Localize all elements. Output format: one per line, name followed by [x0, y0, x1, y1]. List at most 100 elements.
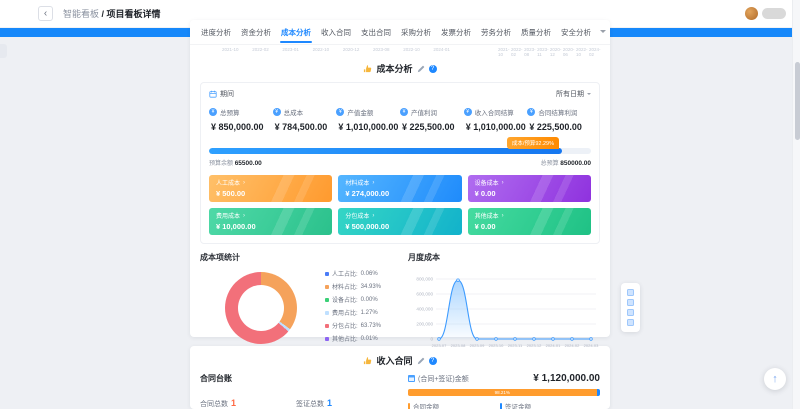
collapsed-sidebar-handle[interactable]: [0, 44, 7, 58]
breadcrumb-current: / 项目看板详情: [102, 9, 161, 19]
svg-text:800,000: 800,000: [416, 277, 433, 282]
coin-icon: ¥: [527, 108, 535, 116]
budget-progress: 成本/预算92.29% 预算余额 65500.00 总预算 850000.00: [209, 148, 591, 167]
tab-procurement[interactable]: 采购分析: [400, 21, 432, 44]
svg-text:400,000: 400,000: [416, 307, 433, 312]
amount-label: (合同+签证)金额: [418, 374, 469, 384]
tab-safety[interactable]: 安全分析: [560, 21, 592, 44]
cost-section-title: 成本分析: [376, 62, 412, 75]
cost-card-expense[interactable]: 费用成本› ¥ 10,000.00: [209, 208, 332, 235]
tab-cost[interactable]: 成本分析: [280, 21, 312, 44]
period-label: 期间: [220, 89, 234, 99]
avatar[interactable]: [745, 7, 758, 20]
contract-amount-block: (合同+签证)金额 ¥ 1,120,000.00 98.21% 合同金额 ¥ 1…: [408, 373, 600, 409]
help-icon[interactable]: ?: [429, 65, 437, 73]
floating-quick-nav[interactable]: [621, 283, 640, 332]
donut-chart-title: 成本项统计: [200, 252, 400, 263]
page-scrollbar: [792, 0, 800, 409]
monthly-cost-block: 月度成本 800,000 600,000 400,000: [400, 252, 600, 362]
legend-item: 材料占比:34.93%: [325, 282, 381, 291]
tab-quality[interactable]: 质量分析: [520, 21, 552, 44]
user-pill[interactable]: [762, 8, 786, 19]
chevron-right-icon: ›: [372, 213, 374, 219]
background-axis-dates-left: 2021-102022-022023-012022-102020-122023-…: [222, 47, 450, 54]
quick-nav-icon[interactable]: [627, 309, 634, 316]
coin-icon: ¥: [400, 108, 408, 116]
svg-text:2023-07: 2023-07: [432, 343, 447, 348]
svg-text:2023-09: 2023-09: [470, 343, 485, 348]
quick-nav-icon[interactable]: [627, 289, 634, 296]
document-icon: [408, 375, 415, 382]
kpi-row: ¥总预算 ¥ 850,000.00 ¥总成本 ¥ 784,500.00 ¥产值金…: [209, 107, 591, 132]
contract-bar-segment: 98.21%: [408, 389, 597, 396]
tab-income-contract[interactable]: 收入合同: [320, 21, 352, 44]
svg-text:2023-12: 2023-12: [527, 343, 542, 348]
charts-row: 成本项统计 人工占比:0.06% 材料占比:34.93% 设备占比:0.00% …: [190, 252, 610, 362]
chevron-down-icon[interactable]: [600, 30, 606, 36]
coin-icon: ¥: [209, 108, 217, 116]
contract-ledger-block: 合同台账 合同总数1 签证总数1: [200, 373, 408, 409]
header-right: [745, 7, 786, 20]
legend-item: 分包占比:63.73%: [325, 321, 381, 330]
budget-progress-labels: 预算余额 65500.00 总预算 850000.00: [209, 158, 591, 167]
period-row: 期间 所有日期: [209, 89, 591, 99]
chevron-right-icon: ›: [243, 180, 245, 186]
cost-vs-budget-badge: 成本/预算92.29%: [507, 137, 559, 149]
svg-text:2023-08: 2023-08: [451, 343, 466, 348]
tab-funds[interactable]: 资金分析: [240, 21, 272, 44]
chevron-down-icon: [587, 93, 591, 97]
coin-icon: ¥: [273, 108, 281, 116]
cost-card-other[interactable]: 其他成本› ¥ 0.00: [468, 208, 591, 235]
chevron-right-icon: ›: [502, 180, 504, 186]
back-button[interactable]: ‹: [38, 6, 53, 21]
visa-bar-segment: [597, 389, 600, 396]
calendar-icon: [209, 90, 217, 98]
breadcrumb-root[interactable]: 智能看板: [63, 9, 99, 19]
back-chevron-icon: ‹: [44, 9, 47, 19]
date-filter-dropdown[interactable]: 所有日期: [556, 89, 591, 99]
cost-card-subcontract[interactable]: 分包成本› ¥ 500,000.00: [338, 208, 461, 235]
svg-text:2023-10: 2023-10: [489, 343, 504, 348]
contract-bar-legend: 合同金额 ¥ 1,100,000.00 签证金额 ¥ 20,000.00: [408, 401, 600, 409]
edit-pencil-icon[interactable]: [417, 65, 425, 73]
background-axis-dates: 2021-102022-022023-012022-102020-122023-…: [190, 47, 610, 54]
cost-card-material[interactable]: 材料成本› ¥ 274,000.00: [338, 175, 461, 202]
tab-labor[interactable]: 劳务分析: [480, 21, 512, 44]
cost-card-equipment[interactable]: 设备成本› ¥ 0.00: [468, 175, 591, 202]
medal-icon: [363, 64, 372, 73]
legend-item: 费用占比:1.27%: [325, 308, 381, 317]
quick-nav-icon[interactable]: [627, 299, 634, 306]
contract-amount-row: (合同+签证)金额 ¥ 1,120,000.00: [408, 373, 600, 384]
cost-card-labor[interactable]: 人工成本› ¥ 500.00: [209, 175, 332, 202]
breadcrumb: 智能看板 / 项目看板详情: [63, 7, 161, 20]
amount-value: ¥ 1,120,000.00: [533, 373, 600, 384]
svg-text:200,000: 200,000: [416, 322, 433, 327]
kpi-total-cost: ¥总成本 ¥ 784,500.00: [273, 107, 337, 132]
contract-stacked-bar: 98.21%: [408, 389, 600, 396]
quick-nav-icon[interactable]: [627, 319, 634, 326]
coin-icon: ¥: [336, 108, 344, 116]
coin-icon: ¥: [464, 108, 472, 116]
cost-analysis-card: 进度分析 资金分析 成本分析 收入合同 支出合同 采购分析 发票分析 劳务分析 …: [190, 20, 610, 337]
tab-expense-contract[interactable]: 支出合同: [360, 21, 392, 44]
arrow-up-icon: ↑: [772, 373, 778, 385]
legend-item: 人工占比:0.06%: [325, 269, 381, 278]
kpi-settlement-profit: ¥合同结算利润 ¥ 225,500.00: [527, 107, 591, 132]
svg-text:600,000: 600,000: [416, 292, 433, 297]
monthly-cost-chart: 800,000 600,000 400,000 200,000 0 2023-0…: [408, 267, 600, 357]
tab-invoice[interactable]: 发票分析: [440, 21, 472, 44]
back-to-top-button[interactable]: ↑: [764, 368, 786, 390]
chevron-right-icon: ›: [243, 213, 245, 219]
chevron-right-icon: ›: [372, 180, 374, 186]
tab-progress[interactable]: 进度分析: [200, 21, 232, 44]
analysis-tabbar: 进度分析 资金分析 成本分析 收入合同 支出合同 采购分析 发票分析 劳务分析 …: [190, 20, 610, 45]
svg-text:2023-11: 2023-11: [508, 343, 523, 348]
kpi-output-profit: ¥产值利润 ¥ 225,500.00: [400, 107, 464, 132]
y-axis-ticks: 800,000 600,000 400,000 200,000 0: [416, 277, 433, 342]
kpi-income-settlement: ¥收入合同结算 ¥ 1,010,000.00: [464, 107, 528, 132]
donut-legend: 人工占比:0.06% 材料占比:34.93% 设备占比:0.00% 费用占比:1…: [325, 269, 381, 347]
scrollbar-thumb[interactable]: [795, 62, 800, 140]
cost-item-stats-block: 成本项统计 人工占比:0.06% 材料占比:34.93% 设备占比:0.00% …: [200, 252, 400, 362]
svg-text:2024-01: 2024-01: [546, 343, 561, 348]
svg-text:0: 0: [430, 337, 433, 342]
